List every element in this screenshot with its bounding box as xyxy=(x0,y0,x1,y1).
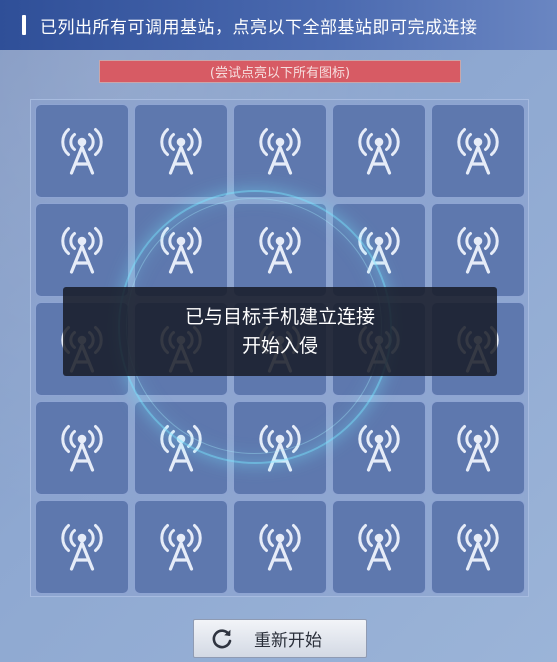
antenna-tower-icon xyxy=(153,519,209,575)
tower-cell-r2-c4[interactable] xyxy=(332,203,426,297)
tower-cell-r5-c1[interactable] xyxy=(35,500,129,594)
tower-cell-r5-c3[interactable] xyxy=(233,500,327,594)
tower-cell-r4-c1[interactable] xyxy=(35,401,129,495)
tower-cell-r4-c5[interactable] xyxy=(431,401,525,495)
tower-cell-r4-c4[interactable] xyxy=(332,401,426,495)
antenna-tower-icon xyxy=(153,222,209,278)
antenna-tower-icon xyxy=(450,519,506,575)
tower-cell-r1-c3[interactable] xyxy=(233,104,327,198)
antenna-tower-icon xyxy=(351,222,407,278)
antenna-tower-icon xyxy=(54,222,110,278)
title-accent-bar xyxy=(22,15,26,35)
toast-line-2: 开始入侵 xyxy=(241,334,318,357)
tower-cell-r2-c5[interactable] xyxy=(431,203,525,297)
tower-cell-r4-c2[interactable] xyxy=(134,401,228,495)
antenna-tower-icon xyxy=(351,420,407,476)
title-bar: 已列出所有可调用基站，点亮以下全部基站即可完成连接 xyxy=(0,0,557,50)
connection-toast: 已与目标手机建立连接 开始入侵 xyxy=(63,287,497,376)
restart-button[interactable]: 重新开始 xyxy=(193,619,367,658)
restart-label: 重新开始 xyxy=(254,631,322,651)
tower-cell-r1-c1[interactable] xyxy=(35,104,129,198)
tower-cell-r5-c4[interactable] xyxy=(332,500,426,594)
antenna-tower-icon xyxy=(450,420,506,476)
hint-banner: (尝试点亮以下所有图标) xyxy=(99,60,461,83)
hint-text: (尝试点亮以下所有图标) xyxy=(209,66,351,81)
antenna-tower-icon xyxy=(54,420,110,476)
tower-cell-r1-c5[interactable] xyxy=(431,104,525,198)
antenna-tower-icon xyxy=(153,420,209,476)
tower-cell-r2-c2[interactable] xyxy=(134,203,228,297)
antenna-tower-icon xyxy=(252,519,308,575)
antenna-tower-icon xyxy=(252,222,308,278)
antenna-tower-icon xyxy=(351,519,407,575)
tower-cell-r2-c1[interactable] xyxy=(35,203,129,297)
antenna-tower-icon xyxy=(54,123,110,179)
antenna-tower-icon xyxy=(450,123,506,179)
tower-cell-r1-c2[interactable] xyxy=(134,104,228,198)
antenna-tower-icon xyxy=(252,123,308,179)
antenna-tower-icon xyxy=(54,519,110,575)
tower-cell-r5-c2[interactable] xyxy=(134,500,228,594)
page-title: 已列出所有可调用基站，点亮以下全部基站即可完成连接 xyxy=(40,17,478,38)
antenna-tower-icon xyxy=(153,123,209,179)
tower-cell-r4-c3[interactable] xyxy=(233,401,327,495)
antenna-tower-icon xyxy=(351,123,407,179)
tower-cell-r1-c4[interactable] xyxy=(332,104,426,198)
toast-line-1: 已与目标手机建立连接 xyxy=(184,305,375,328)
tower-cell-r2-c3[interactable] xyxy=(233,203,327,297)
game-screen: 已列出所有可调用基站，点亮以下全部基站即可完成连接 (尝试点亮以下所有图标) 已… xyxy=(0,0,557,662)
tower-cell-r5-c5[interactable] xyxy=(431,500,525,594)
antenna-tower-icon xyxy=(252,420,308,476)
antenna-tower-icon xyxy=(450,222,506,278)
refresh-icon xyxy=(210,627,234,651)
